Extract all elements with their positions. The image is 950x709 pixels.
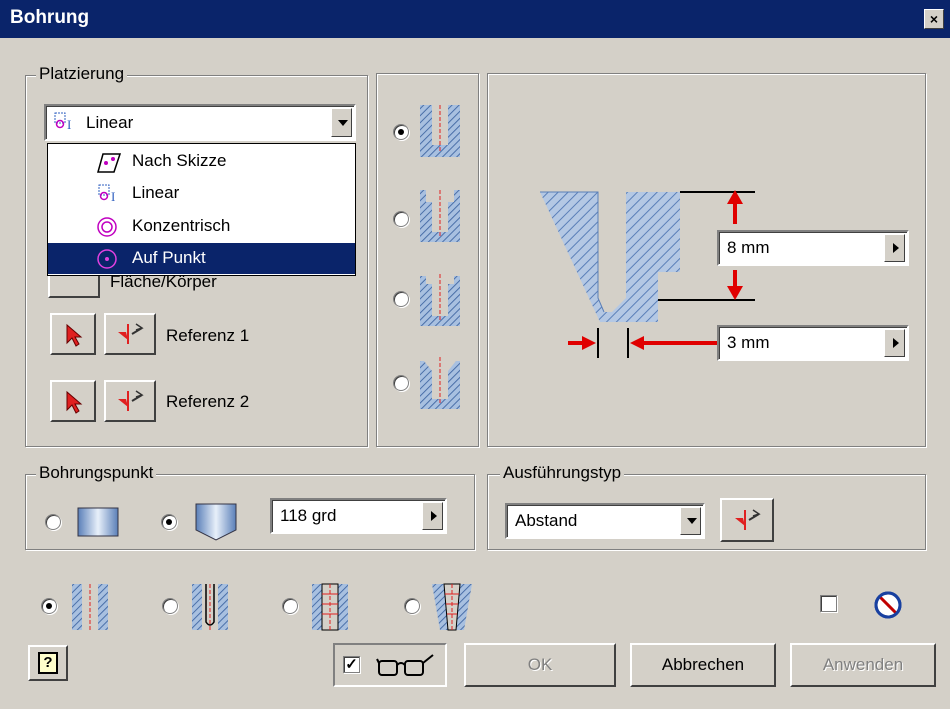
- termination-value: Abstand: [515, 511, 578, 530]
- dropdown-item-linear[interactable]: I Linear: [48, 178, 355, 209]
- linear-icon: I: [54, 112, 71, 132]
- diameter-input[interactable]: 3 mm: [717, 325, 909, 361]
- flip-direction-icon: [118, 323, 144, 344]
- hole-counterbore-radio[interactable]: [393, 211, 409, 227]
- hole-countersink-radio[interactable]: [393, 375, 409, 391]
- svg-text:I: I: [67, 117, 71, 132]
- sketch-icon: [97, 153, 122, 173]
- close-button[interactable]: ×: [924, 9, 944, 29]
- svg-text:I: I: [111, 189, 115, 204]
- hole-spotface-radio[interactable]: [393, 291, 409, 307]
- dropdown-item-auf-punkt[interactable]: Auf Punkt: [48, 243, 355, 274]
- depth-value: 8 mm: [727, 238, 770, 257]
- help-icon: ?: [38, 652, 58, 674]
- chevron-down-icon[interactable]: [331, 108, 352, 137]
- ok-button[interactable]: OK: [464, 643, 616, 687]
- preview-checkbox[interactable]: ✓: [343, 656, 360, 673]
- flip-direction-icon: [118, 390, 144, 411]
- reference1-label: Referenz 1: [166, 326, 250, 345]
- dropdown-item-konzentrisch[interactable]: Konzentrisch: [48, 211, 355, 242]
- apply-button[interactable]: Anwenden: [790, 643, 936, 687]
- placement-type-combo[interactable]: I Linear: [44, 104, 356, 141]
- counterbore-hole-icon: [420, 190, 460, 242]
- taper-tapped-hole-kind-icon: [432, 583, 472, 631]
- hole-kind-simple-radio[interactable]: [41, 598, 57, 614]
- cancel-button[interactable]: Abbrechen: [630, 643, 776, 687]
- glasses-icon: [376, 654, 434, 676]
- linear-icon: I: [98, 184, 115, 204]
- depth-input[interactable]: 8 mm: [717, 230, 909, 266]
- clearance-hole-kind-icon: [192, 584, 228, 630]
- dropdown-item-label: Linear: [132, 183, 180, 202]
- angled-drill-point-icon: [195, 503, 237, 541]
- drill-angle-value: 118 grd: [280, 506, 337, 525]
- termination-flip-button[interactable]: [720, 498, 774, 542]
- hole-kind-clearance-radio[interactable]: [162, 598, 178, 614]
- reference1-flip-button[interactable]: [104, 313, 156, 355]
- dropdown-item-label: Konzentrisch: [132, 216, 231, 235]
- reference2-select-button[interactable]: [50, 380, 96, 422]
- dropdown-item-label: Nach Skizze: [132, 151, 227, 170]
- placement-dropdown-list[interactable]: Nach Skizze I Linear Konzentrisch Auf Pu…: [47, 143, 356, 276]
- cursor-arrow-icon: [66, 323, 83, 347]
- flat-drill-point-icon: [77, 507, 119, 537]
- flip-checkbox[interactable]: [820, 595, 837, 612]
- help-button[interactable]: ?: [28, 645, 68, 681]
- hole-kind-tapped-radio[interactable]: [282, 598, 298, 614]
- drill-point-flat-radio[interactable]: [45, 514, 61, 530]
- drill-angle-input[interactable]: 118 grd: [270, 498, 447, 534]
- dropdown-item-label: Auf Punkt: [132, 248, 206, 267]
- no-entry-icon[interactable]: [873, 590, 903, 620]
- placement-type-value: Linear: [86, 112, 134, 132]
- cursor-arrow-icon: [66, 390, 83, 414]
- reference2-flip-button[interactable]: [104, 380, 156, 422]
- simple-hole-kind-icon: [72, 584, 108, 630]
- simple-hole-icon: [420, 105, 460, 157]
- preview-toggle-button[interactable]: ✓: [333, 643, 447, 687]
- window-title: Bohrung: [10, 7, 90, 28]
- hole-kind-taper-tapped-radio[interactable]: [404, 598, 420, 614]
- dropdown-item-nach-skizze[interactable]: Nach Skizze: [48, 146, 355, 177]
- drill-point-legend: Bohrungspunkt: [36, 463, 157, 483]
- help-glyph: ?: [43, 654, 53, 671]
- termination-combo[interactable]: Abstand: [505, 503, 705, 539]
- flip-direction-icon: [735, 509, 761, 530]
- termination-legend: Ausführungstyp: [500, 463, 625, 483]
- title-bar: Bohrung ×: [0, 0, 950, 38]
- placement-legend: Platzierung: [36, 64, 128, 84]
- hole-simple-radio[interactable]: [393, 124, 409, 140]
- diameter-value: 3 mm: [727, 333, 770, 352]
- tapped-hole-kind-icon: [312, 583, 348, 631]
- concentric-icon: [97, 217, 117, 237]
- chevron-down-icon[interactable]: [680, 507, 701, 535]
- point-icon: [97, 249, 117, 269]
- drill-point-angle-radio[interactable]: [161, 514, 177, 530]
- chevron-right-icon[interactable]: [884, 234, 905, 262]
- chevron-right-icon[interactable]: [884, 329, 905, 357]
- countersink-hole-icon: [420, 357, 460, 409]
- chevron-right-icon[interactable]: [422, 502, 443, 530]
- spotface-hole-icon: [420, 274, 460, 326]
- reference1-select-button[interactable]: [50, 313, 96, 355]
- reference2-label: Referenz 2: [166, 392, 250, 411]
